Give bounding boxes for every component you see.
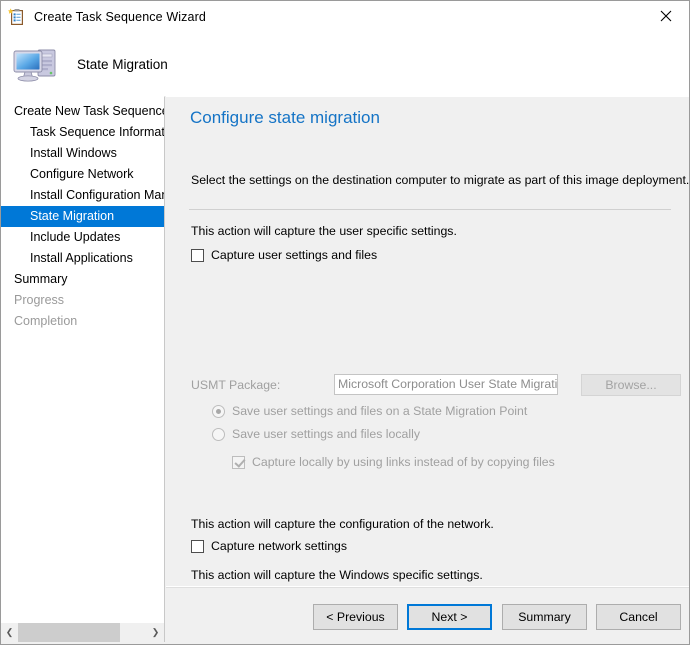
radio-circle[interactable] bbox=[212, 404, 225, 418]
usmt-package-row: USMT Package: Microsoft Corporation User… bbox=[191, 374, 681, 396]
create-task-sequence-wizard-window: Create Task Sequence Wizard State Migrat… bbox=[0, 0, 690, 645]
radio-label: Save user settings and files on a State … bbox=[232, 404, 528, 418]
title-bar: Create Task Sequence Wizard bbox=[1, 1, 689, 32]
checkbox-label: Capture locally by using links instead o… bbox=[252, 455, 555, 469]
usmt-package-input[interactable]: Microsoft Corporation User State Migrati… bbox=[334, 374, 558, 395]
scroll-right-icon[interactable]: ❯ bbox=[147, 623, 164, 642]
usmt-package-label: USMT Package: bbox=[191, 378, 281, 392]
next-button[interactable]: Next > bbox=[407, 604, 492, 630]
sidebar-item-create-new-task-sequence[interactable]: Create New Task Sequence bbox=[1, 101, 164, 122]
save-on-state-migration-point-radio[interactable]: Save user settings and files on a State … bbox=[212, 404, 527, 418]
wizard-body: Create New Task Sequence Task Sequence In… bbox=[1, 96, 689, 644]
cancel-button[interactable]: Cancel bbox=[596, 604, 681, 630]
sidebar-item-configure-network[interactable]: Configure Network bbox=[1, 164, 164, 185]
checkbox-box[interactable] bbox=[232, 455, 245, 469]
browse-button[interactable]: Browse... bbox=[581, 374, 681, 396]
checkbox-label: Capture user settings and files bbox=[211, 248, 378, 262]
summary-button[interactable]: Summary bbox=[502, 604, 587, 630]
previous-button[interactable]: < Previous bbox=[313, 604, 398, 630]
scrollbar-thumb[interactable] bbox=[18, 623, 120, 642]
sidebar-nav-list: Create New Task Sequence Task Sequence In… bbox=[1, 97, 164, 332]
task-sequence-clipboard-icon bbox=[8, 7, 26, 26]
page-title: Configure state migration bbox=[190, 108, 380, 127]
banner-title: State Migration bbox=[77, 56, 168, 72]
sidebar-item-include-updates[interactable]: Include Updates bbox=[1, 227, 164, 248]
windows-section-label: This action will capture the Windows spe… bbox=[191, 568, 483, 582]
capture-locally-using-links-checkbox[interactable]: Capture locally by using links instead o… bbox=[232, 455, 555, 469]
wizard-step-sidebar: Create New Task Sequence Task Sequence In… bbox=[1, 96, 165, 623]
checkbox-box[interactable] bbox=[191, 248, 204, 262]
sidebar-item-progress[interactable]: Progress bbox=[1, 290, 164, 311]
save-locally-radio[interactable]: Save user settings and files locally bbox=[212, 427, 420, 441]
user-section-label: This action will capture the user specif… bbox=[191, 224, 457, 238]
sidebar-item-state-migration[interactable]: State Migration bbox=[1, 206, 164, 227]
sidebar-item-task-sequence-information[interactable]: Task Sequence Information bbox=[1, 122, 164, 143]
intro-text: Select the settings on the destination c… bbox=[191, 173, 690, 187]
footer-divider bbox=[166, 587, 689, 588]
window-title: Create Task Sequence Wizard bbox=[34, 9, 206, 24]
content-panel: Configure state migration Select the set… bbox=[166, 96, 690, 605]
scrollbar-track[interactable] bbox=[18, 623, 147, 642]
checkbox-box[interactable] bbox=[191, 539, 204, 553]
sidebar-item-install-configuration-manager[interactable]: Install Configuration Manager bbox=[1, 185, 164, 206]
section-divider bbox=[189, 209, 671, 210]
computer-icon bbox=[11, 42, 61, 86]
sidebar-horizontal-scrollbar[interactable]: ❮ ❯ bbox=[1, 623, 165, 642]
sidebar-item-completion[interactable]: Completion bbox=[1, 311, 164, 332]
radio-circle[interactable] bbox=[212, 427, 225, 441]
wizard-banner: State Migration bbox=[1, 32, 689, 96]
scroll-left-icon[interactable]: ❮ bbox=[1, 623, 18, 642]
capture-network-settings-checkbox[interactable]: Capture network settings bbox=[191, 539, 347, 553]
capture-user-settings-checkbox[interactable]: Capture user settings and files bbox=[191, 248, 377, 262]
sidebar-item-install-windows[interactable]: Install Windows bbox=[1, 143, 164, 164]
close-icon[interactable] bbox=[643, 1, 689, 31]
sidebar-item-summary[interactable]: Summary bbox=[1, 269, 164, 290]
checkbox-label: Capture network settings bbox=[211, 539, 348, 553]
sidebar-item-install-applications[interactable]: Install Applications bbox=[1, 248, 164, 269]
wizard-footer: < Previous Next > Summary Cancel bbox=[166, 586, 689, 644]
radio-label: Save user settings and files locally bbox=[232, 427, 420, 441]
network-section-label: This action will capture the configurati… bbox=[191, 517, 494, 531]
